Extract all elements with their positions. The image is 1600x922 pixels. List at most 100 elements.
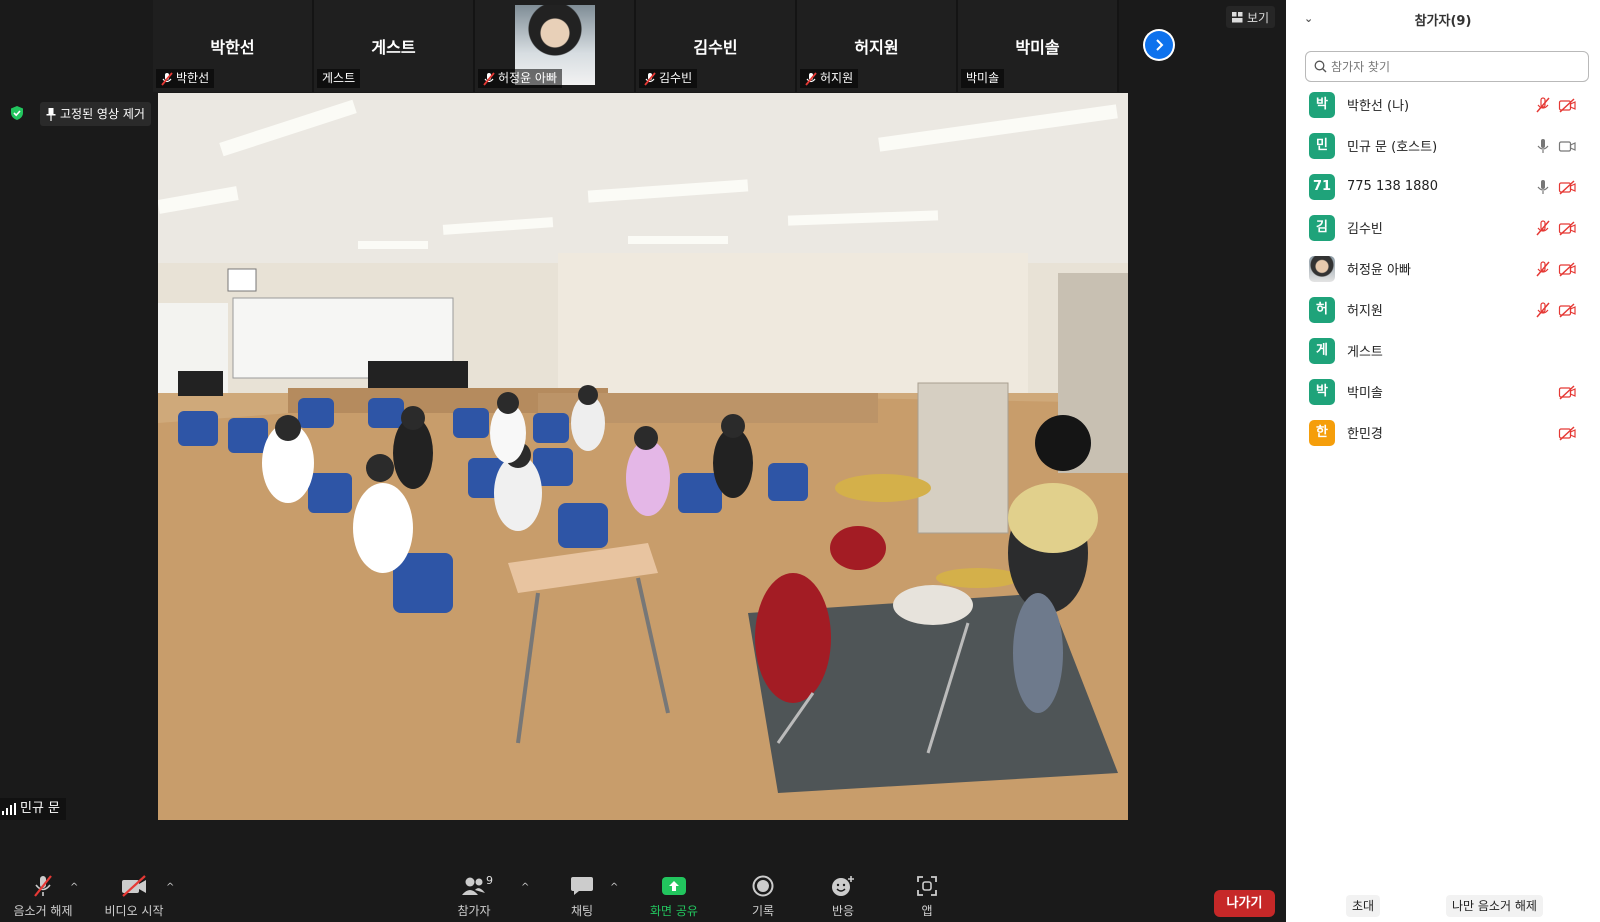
grid-icon	[1232, 11, 1243, 22]
chat-button[interactable]: 채팅	[539, 872, 625, 919]
participant-row[interactable]: 허 허지원	[1286, 289, 1600, 330]
tile-tag: 박미솔	[961, 69, 1005, 88]
panel-footer: 초대 나만 음소거 해제	[1286, 893, 1600, 922]
panel-title: 참가자(9)	[1414, 13, 1472, 29]
tile-tag-label: 허정윤 아빠	[498, 71, 558, 85]
avatar: 허	[1309, 296, 1335, 323]
record-button[interactable]: 기록	[720, 872, 806, 919]
apps-button[interactable]: 앱	[884, 872, 970, 919]
participant-row[interactable]: 민 민규 문 (호스트)	[1286, 125, 1600, 166]
unmute-me-button[interactable]: 나만 음소거 해제	[1446, 895, 1543, 917]
chat-options-caret[interactable]: ^	[610, 882, 618, 893]
participant-row[interactable]: 허정윤 아빠	[1286, 248, 1600, 289]
avatar: 박	[1309, 91, 1335, 118]
participant-row[interactable]: 박 박미솔	[1286, 371, 1600, 412]
invite-button[interactable]: 초대	[1346, 895, 1381, 917]
video-tile[interactable]: 박미솔 박미솔	[958, 0, 1119, 92]
main-video-feed	[158, 93, 1128, 820]
participant-name: 허정윤 아빠	[1347, 263, 1411, 278]
video-off-icon	[122, 875, 146, 897]
video-icon	[1558, 137, 1576, 155]
smiley-plus-icon	[832, 876, 854, 896]
speaker-name-text: 민규 문	[20, 801, 61, 816]
unmute-label: 음소거 해제	[13, 904, 73, 918]
participant-row[interactable]: 박 박한선 (나)	[1286, 84, 1600, 125]
mic-off-icon	[644, 71, 656, 86]
next-page-button[interactable]	[1143, 29, 1175, 61]
participant-row[interactable]: 김 김수빈	[1286, 207, 1600, 248]
avatar: 민	[1309, 132, 1335, 159]
mic-off-icon	[483, 71, 495, 86]
unmute-button[interactable]: 음소거 해제	[0, 872, 86, 919]
tile-tag-label: 박미솔	[966, 71, 1000, 85]
tile-name: 박한선	[210, 38, 255, 57]
start-video-button[interactable]: 비디오 시작	[91, 872, 177, 919]
record-label: 기록	[751, 904, 775, 918]
pin-icon	[46, 107, 56, 121]
tile-tag: 김수빈	[639, 69, 698, 88]
chevron-down-icon[interactable]: ⌄	[1304, 12, 1313, 25]
mic-off-icon	[161, 71, 173, 86]
apps-label: 앱	[921, 904, 933, 918]
mic-off-icon	[1534, 96, 1552, 114]
mic-icon	[1534, 137, 1552, 155]
video-off-icon	[1558, 301, 1576, 319]
audio-options-caret[interactable]: ^	[70, 882, 78, 893]
participants-count: 9	[486, 874, 493, 887]
participants-panel: ⌄ 참가자(9) 박 박한선 (나) 민 민규 문 (호스트) 71 775 138 18…	[1286, 0, 1600, 922]
video-off-icon	[1558, 260, 1576, 278]
avatar: 71	[1309, 173, 1335, 200]
mic-off-icon	[34, 875, 52, 897]
tile-tag: 박한선	[156, 69, 215, 88]
participant-row[interactable]: 게 게스트	[1286, 330, 1600, 371]
apps-icon	[917, 876, 937, 896]
participant-name: 민규 문 (호스트)	[1347, 140, 1438, 155]
panel-header: ⌄ 참가자(9)	[1286, 0, 1600, 38]
participant-name: 허지원	[1347, 304, 1383, 319]
tile-name: 박미솔	[1015, 38, 1060, 57]
view-label: 보기	[1247, 10, 1270, 25]
video-tile[interactable]: 게스트 게스트	[314, 0, 475, 92]
unpin-video-button[interactable]: 고정된 영상 제거	[40, 102, 151, 126]
avatar: 게	[1309, 337, 1335, 364]
participant-search[interactable]	[1305, 51, 1589, 82]
start-video-label: 비디오 시작	[104, 904, 164, 918]
video-tile[interactable]: 허정윤 아빠	[475, 0, 636, 92]
participants-label: 참가자	[457, 904, 491, 918]
video-tile[interactable]: 김수빈 김수빈	[636, 0, 797, 92]
avatar	[1309, 255, 1335, 282]
participant-name: 박미솔	[1347, 386, 1383, 401]
share-screen-label: 화면 공유	[650, 904, 698, 918]
share-screen-button[interactable]: 화면 공유	[631, 872, 717, 919]
tile-tag: 허정윤 아빠	[478, 69, 563, 88]
video-tile[interactable]: 박한선 박한선	[153, 0, 314, 92]
participant-list: 박 박한선 (나) 민 민규 문 (호스트) 71 775 138 1880 김 김수빈허정윤…	[1286, 84, 1600, 453]
classroom-video-image	[158, 93, 1128, 820]
participant-name: 박한선 (나)	[1347, 99, 1410, 114]
meeting-toolbar: 음소거 해제 ^ 비디오 시작 ^ 참가자 9 ^ 채팅 ^ 화면 공유 기록 …	[0, 872, 1286, 922]
video-off-icon	[1558, 219, 1576, 237]
search-icon	[1314, 60, 1327, 73]
chat-label: 채팅	[570, 904, 594, 918]
video-tile[interactable]: 허지원 허지원	[797, 0, 958, 92]
chat-icon	[571, 877, 593, 895]
reactions-label: 반응	[831, 904, 855, 918]
video-off-icon	[1558, 178, 1576, 196]
leave-button[interactable]: 나가기	[1214, 890, 1275, 917]
meeting-area: 박한선 박한선 게스트 게스트 허정윤 아빠 김수빈 김수빈 허지원 허지원 박…	[0, 0, 1286, 922]
participant-search-input[interactable]	[1331, 59, 1571, 74]
reactions-button[interactable]: 반응	[800, 872, 886, 919]
participant-row[interactable]: 71 775 138 1880	[1286, 166, 1600, 207]
mic-off-icon	[1534, 260, 1552, 278]
video-options-caret[interactable]: ^	[166, 882, 174, 893]
signal-icon	[2, 803, 16, 815]
participant-name: 775 138 1880	[1347, 179, 1438, 194]
avatar: 박	[1309, 378, 1335, 405]
participants-options-caret[interactable]: ^	[521, 882, 529, 893]
participants-button[interactable]: 참가자	[431, 872, 517, 919]
view-button[interactable]: 보기	[1226, 6, 1276, 28]
participant-row[interactable]: 한 한민경	[1286, 412, 1600, 453]
tile-name: 김수빈	[693, 38, 738, 57]
tile-tag-label: 박한선	[176, 71, 210, 85]
tile-name: 게스트	[371, 38, 416, 57]
